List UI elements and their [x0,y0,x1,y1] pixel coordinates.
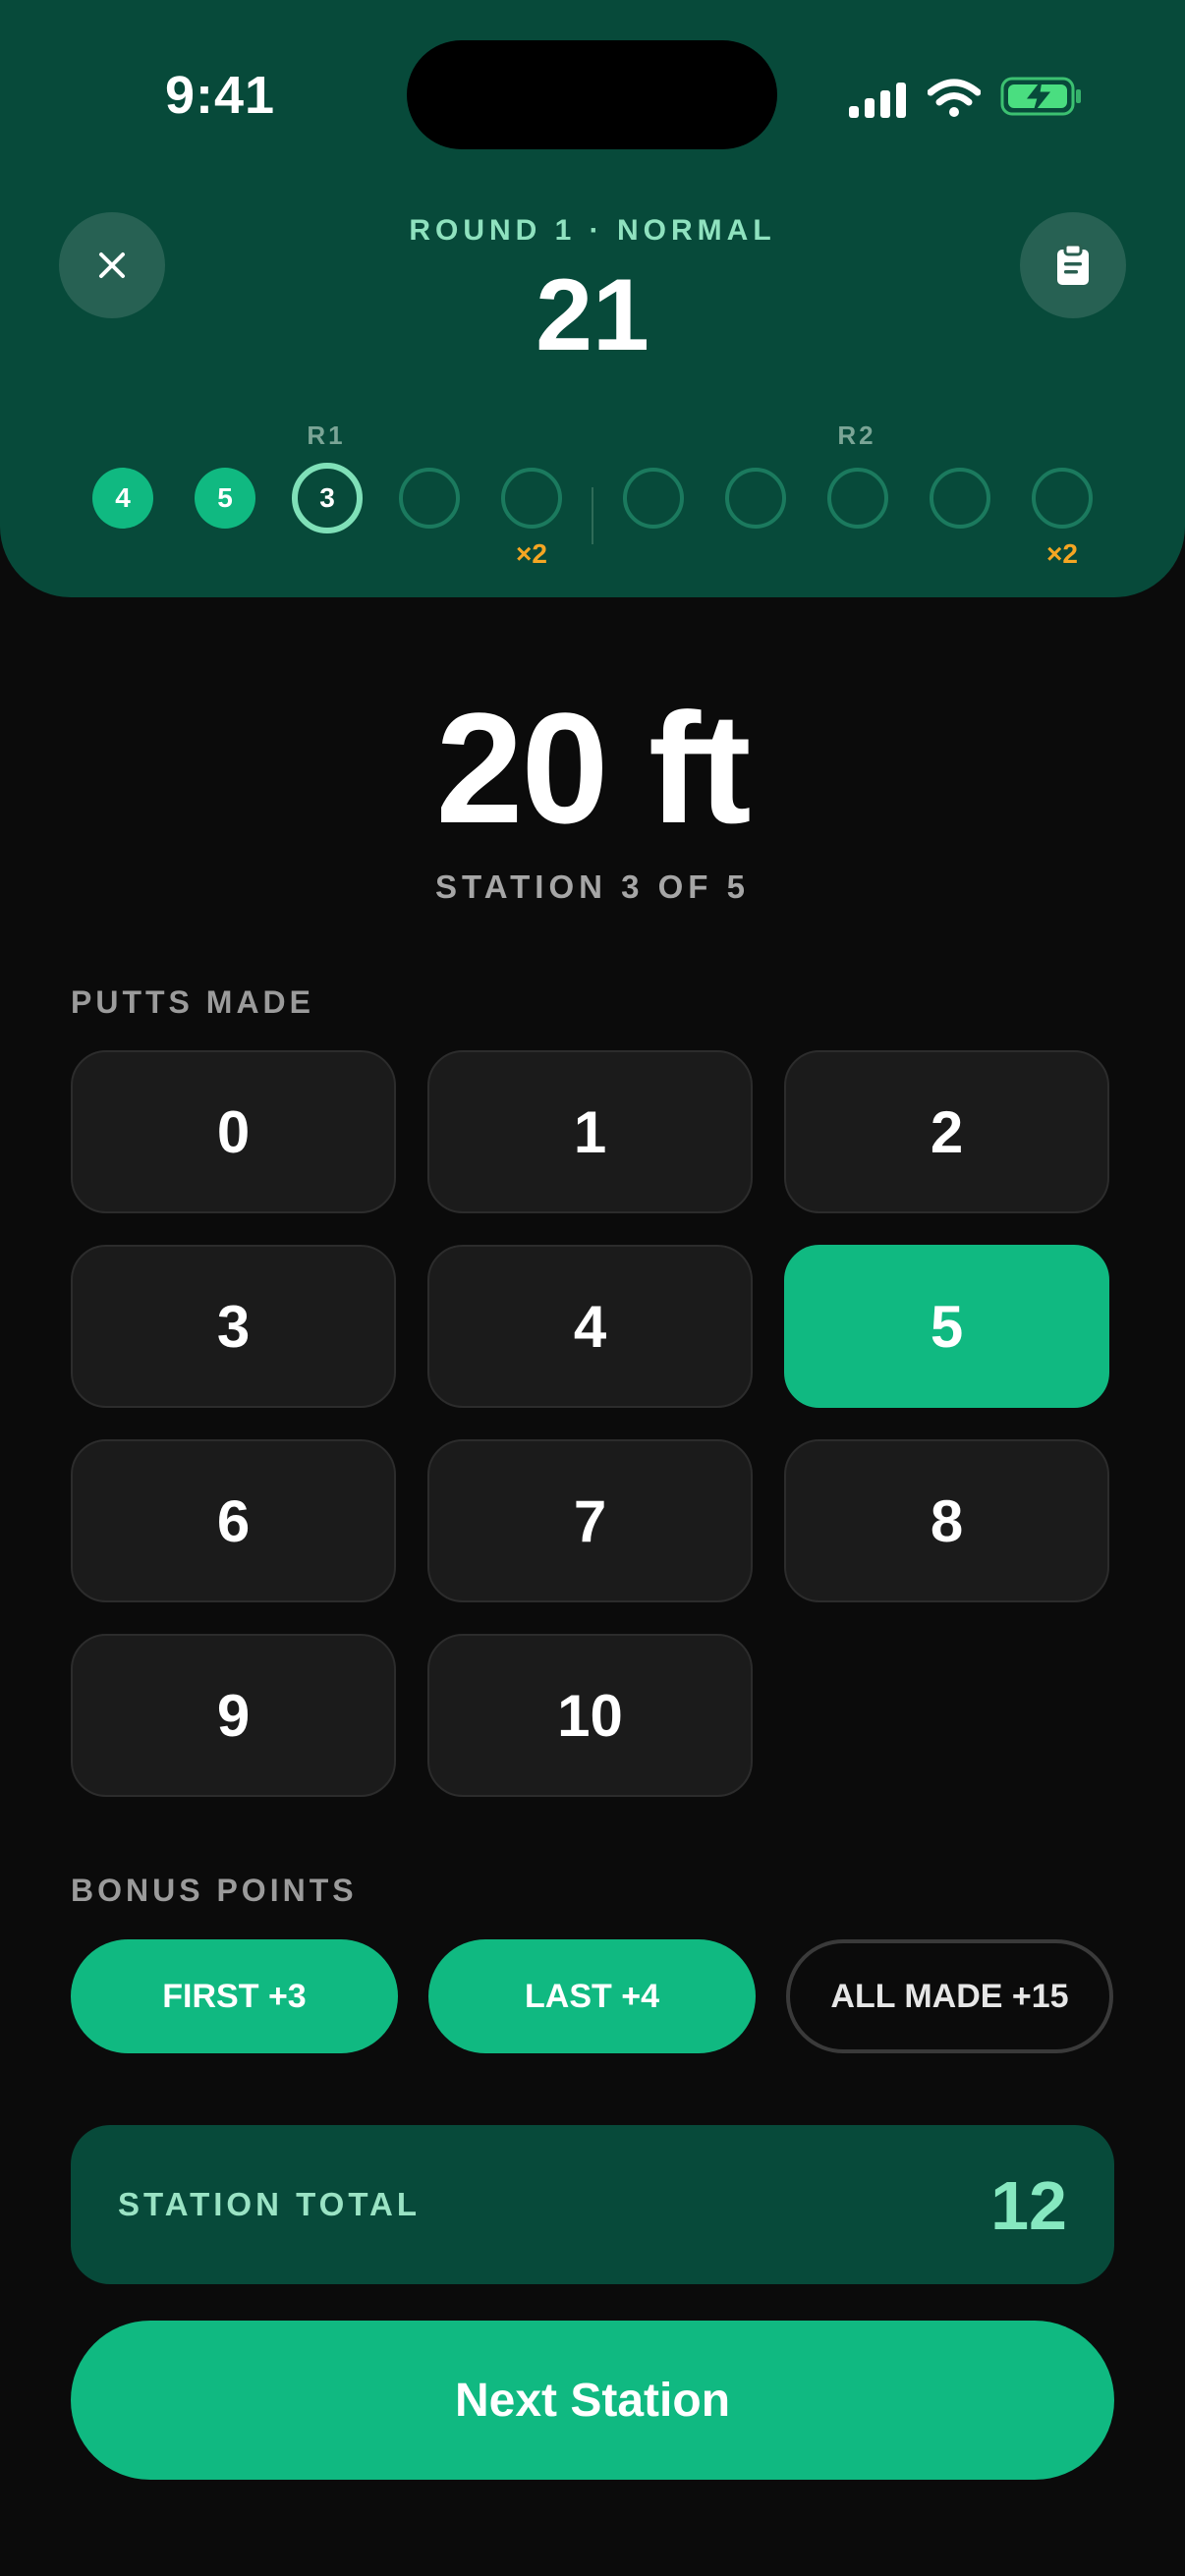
station-progress: STATION 3 OF 5 [435,868,750,905]
dynamic-island [407,40,777,149]
tracker-label-r2: R2 [837,420,876,450]
station-dot: 4 [92,468,153,529]
battery-charging-icon [1000,77,1081,116]
round-score: 21 [536,258,649,372]
next-station-button[interactable]: Next Station [71,2321,1114,2480]
status-time: 9:41 [165,66,276,125]
bonus-last-toggle[interactable]: LAST +4 [428,1939,756,2053]
putts-option-8[interactable]: 8 [784,1439,1109,1602]
station-total-card: STATION TOTAL 12 [71,2125,1114,2284]
putts-option-1[interactable]: 1 [427,1050,753,1213]
putts-section-label: PUTTS MADE [71,984,314,1020]
bonus-first-toggle[interactable]: FIRST +3 [71,1939,398,2053]
station-dot-current: 3 [292,463,363,533]
bonus-section-label: BONUS POINTS [71,1873,358,1908]
station-total-value: 12 [990,2167,1067,2244]
putts-option-2[interactable]: 2 [784,1050,1109,1213]
multiplier-badge: ×2 [1046,538,1078,569]
round-label: ROUND 1 · NORMAL [409,214,776,247]
putts-option-0[interactable]: 0 [71,1050,396,1213]
station-dot [623,468,684,529]
putts-option-4[interactable]: 4 [427,1245,753,1408]
station-dot [827,468,888,529]
multiplier-badge: ×2 [516,538,547,569]
putts-option-9[interactable]: 9 [71,1634,396,1797]
station-dot [1032,468,1093,529]
station-dot [501,468,562,529]
tracker-label-r1: R1 [307,420,346,450]
station-distance: 20 ft [435,680,752,856]
station-dot [399,468,460,529]
station-dot [930,468,990,529]
putts-option-7[interactable]: 7 [427,1439,753,1602]
station-total-label: STATION TOTAL [118,2186,422,2222]
tracker-divider [592,487,593,544]
station-dot [725,468,786,529]
putts-option-6[interactable]: 6 [71,1439,396,1602]
bonus-all-made-toggle[interactable]: ALL MADE +15 [786,1939,1113,2053]
wifi-icon [928,79,981,117]
signal-icon [849,83,906,118]
putts-option-5[interactable]: 5 [784,1245,1109,1408]
putts-option-3[interactable]: 3 [71,1245,396,1408]
putts-option-10[interactable]: 10 [427,1634,753,1797]
round-header: 9:41 ROUND 1 · NORMAL 21 R1 R2 4 5 3 ×2 … [0,0,1185,597]
station-dot: 5 [195,468,255,529]
